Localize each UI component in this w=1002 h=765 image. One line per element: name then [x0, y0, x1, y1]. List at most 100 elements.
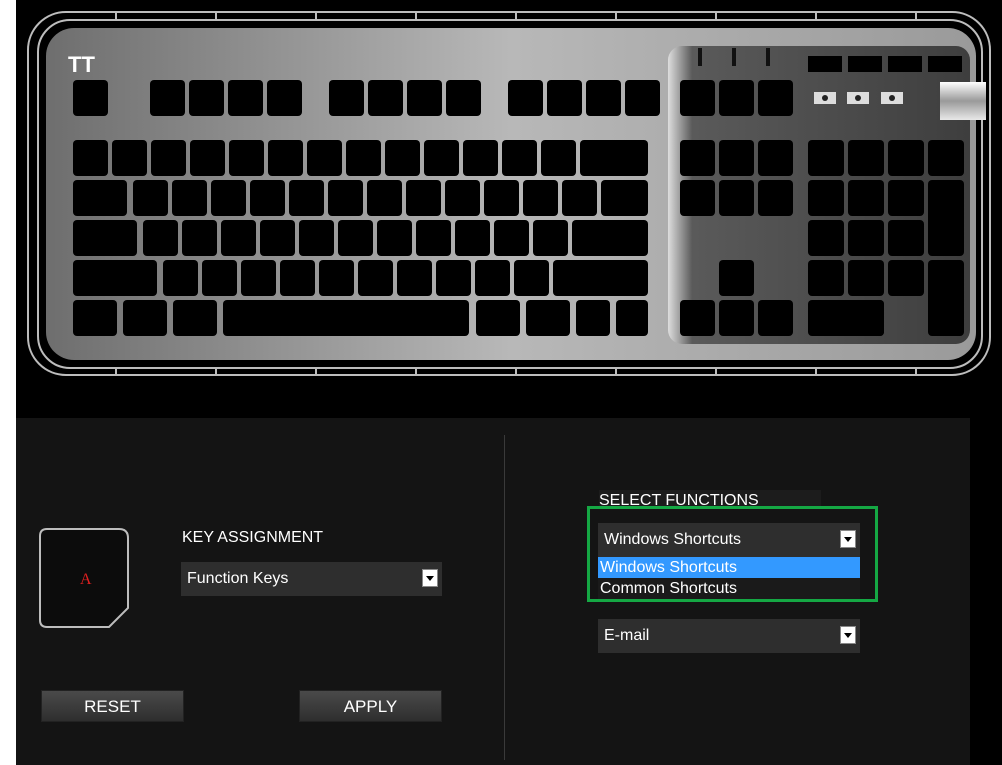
- key[interactable]: [808, 300, 884, 336]
- key[interactable]: [211, 180, 246, 216]
- key[interactable]: [329, 80, 364, 116]
- key[interactable]: [625, 80, 660, 116]
- key[interactable]: [338, 220, 373, 256]
- key[interactable]: [888, 260, 924, 296]
- key[interactable]: [289, 180, 324, 216]
- key[interactable]: [73, 260, 157, 296]
- key[interactable]: [150, 80, 185, 116]
- key[interactable]: [562, 180, 597, 216]
- key[interactable]: [502, 140, 537, 176]
- key[interactable]: [508, 80, 543, 116]
- key[interactable]: [576, 300, 610, 336]
- key[interactable]: [189, 80, 224, 116]
- key[interactable]: [680, 180, 715, 216]
- key[interactable]: [680, 80, 715, 116]
- key[interactable]: [173, 300, 217, 336]
- key[interactable]: [241, 260, 276, 296]
- key[interactable]: [808, 220, 844, 256]
- key[interactable]: [455, 220, 490, 256]
- key[interactable]: [848, 260, 884, 296]
- key[interactable]: [319, 260, 354, 296]
- dropdown-arrow-icon[interactable]: [840, 626, 856, 644]
- key[interactable]: [202, 260, 237, 296]
- key[interactable]: [928, 140, 964, 176]
- key[interactable]: [416, 220, 451, 256]
- key[interactable]: [484, 180, 519, 216]
- key[interactable]: [848, 140, 884, 176]
- key[interactable]: [223, 300, 469, 336]
- key[interactable]: [260, 220, 295, 256]
- key[interactable]: [445, 180, 480, 216]
- key[interactable]: [928, 180, 964, 256]
- apply-button[interactable]: APPLY: [299, 690, 442, 722]
- key[interactable]: [368, 80, 403, 116]
- key[interactable]: [928, 260, 964, 336]
- key[interactable]: [123, 300, 167, 336]
- key[interactable]: [73, 180, 127, 216]
- key[interactable]: [547, 80, 582, 116]
- key[interactable]: [358, 260, 393, 296]
- key[interactable]: [307, 140, 342, 176]
- key[interactable]: [572, 220, 648, 256]
- key[interactable]: [190, 140, 225, 176]
- key[interactable]: [299, 220, 334, 256]
- key[interactable]: [436, 260, 471, 296]
- key[interactable]: [680, 140, 715, 176]
- key[interactable]: [424, 140, 459, 176]
- key[interactable]: [475, 260, 510, 296]
- key[interactable]: [533, 220, 568, 256]
- action-select[interactable]: E-mail: [598, 619, 860, 653]
- key[interactable]: [523, 180, 558, 216]
- key[interactable]: [446, 80, 481, 116]
- key[interactable]: [719, 80, 754, 116]
- key[interactable]: [601, 180, 648, 216]
- key[interactable]: [397, 260, 432, 296]
- key[interactable]: [888, 180, 924, 216]
- key[interactable]: [848, 220, 884, 256]
- key[interactable]: [172, 180, 207, 216]
- key[interactable]: [268, 140, 303, 176]
- key[interactable]: [808, 260, 844, 296]
- key[interactable]: [758, 80, 793, 116]
- key[interactable]: [616, 300, 648, 336]
- key[interactable]: [888, 140, 924, 176]
- key[interactable]: [514, 260, 549, 296]
- key[interactable]: [553, 260, 648, 296]
- key[interactable]: [463, 140, 498, 176]
- key[interactable]: [228, 80, 263, 116]
- key[interactable]: [385, 140, 420, 176]
- key[interactable]: [73, 220, 137, 256]
- key[interactable]: [719, 260, 754, 296]
- key[interactable]: [719, 300, 754, 336]
- key[interactable]: [586, 80, 621, 116]
- key[interactable]: [73, 80, 108, 116]
- key[interactable]: [680, 300, 715, 336]
- key[interactable]: [848, 180, 884, 216]
- key[interactable]: [526, 300, 570, 336]
- key[interactable]: [719, 140, 754, 176]
- key[interactable]: [758, 180, 793, 216]
- key-assignment-select[interactable]: Function Keys: [181, 562, 442, 596]
- key[interactable]: [163, 260, 198, 296]
- key[interactable]: [229, 140, 264, 176]
- key[interactable]: [758, 300, 793, 336]
- key[interactable]: [367, 180, 402, 216]
- key[interactable]: [73, 300, 117, 336]
- key[interactable]: [182, 220, 217, 256]
- key[interactable]: [151, 140, 186, 176]
- key[interactable]: [221, 220, 256, 256]
- key[interactable]: [758, 140, 793, 176]
- key[interactable]: [133, 180, 168, 216]
- key[interactable]: [808, 180, 844, 216]
- key[interactable]: [250, 180, 285, 216]
- key[interactable]: [580, 140, 648, 176]
- key[interactable]: [73, 140, 108, 176]
- dropdown-arrow-icon[interactable]: [422, 569, 438, 587]
- key[interactable]: [494, 220, 529, 256]
- key[interactable]: [406, 180, 441, 216]
- key[interactable]: [112, 140, 147, 176]
- key[interactable]: [346, 140, 381, 176]
- key[interactable]: [808, 140, 844, 176]
- key[interactable]: [719, 180, 754, 216]
- key[interactable]: [280, 260, 315, 296]
